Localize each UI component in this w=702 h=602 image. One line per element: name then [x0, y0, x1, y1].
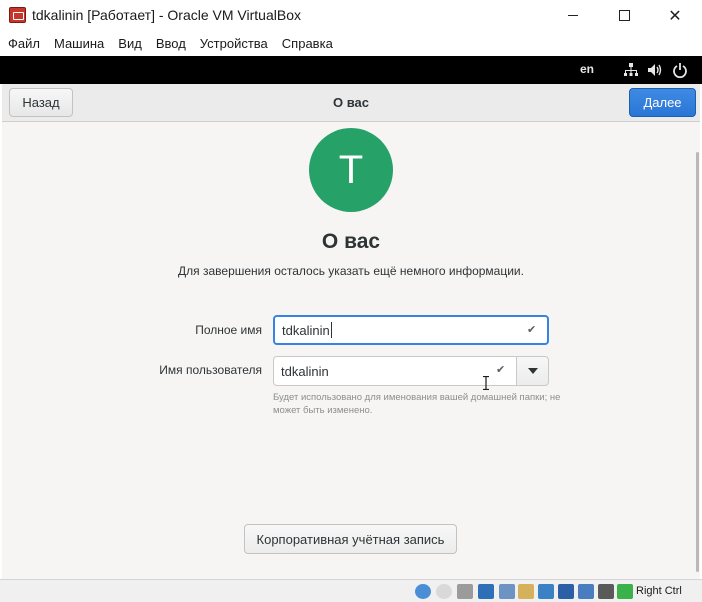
- menu-input[interactable]: Ввод: [156, 36, 186, 51]
- close-button[interactable]: ✕: [652, 0, 698, 31]
- menu-devices[interactable]: Устройства: [200, 36, 268, 51]
- username-dropdown-button[interactable]: [516, 356, 549, 386]
- minimize-button[interactable]: [550, 0, 596, 31]
- scrollbar[interactable]: [696, 152, 699, 572]
- statusbar: Right Ctrl: [0, 579, 702, 602]
- checkmark-icon: ✔: [496, 364, 506, 376]
- video-capture-icon[interactable]: [558, 584, 574, 599]
- menu-machine[interactable]: Машина: [54, 36, 104, 51]
- username-field[interactable]: tdkalinin ✔: [273, 356, 517, 386]
- usb-icon[interactable]: [499, 584, 515, 599]
- window-titlebar: tdkalinin [Работает] - Oracle VM Virtual…: [0, 0, 702, 31]
- keyboard-language-indicator[interactable]: en: [580, 62, 594, 76]
- maximize-button[interactable]: [601, 0, 647, 31]
- optical-drive-icon[interactable]: [436, 584, 452, 599]
- full-name-label: Полное имя: [195, 323, 262, 337]
- power-icon[interactable]: [672, 62, 688, 78]
- enterprise-login-button[interactable]: Корпоративная учётная запись: [244, 524, 457, 554]
- page-title: О вас: [321, 230, 381, 253]
- header-title: О вас: [332, 95, 369, 110]
- virtualization-icon[interactable]: [578, 584, 594, 599]
- network-icon[interactable]: [624, 63, 638, 77]
- guest-top-bar: en: [0, 56, 702, 84]
- network-adapter-icon[interactable]: [478, 584, 494, 599]
- display-icon[interactable]: [538, 584, 554, 599]
- menu-help[interactable]: Справка: [282, 36, 333, 51]
- full-name-value: tdkalinin: [282, 322, 330, 338]
- menubar: Файл Машина Вид Ввод Устройства Справка: [0, 31, 702, 56]
- page-subtitle: Для завершения осталось указать ещё немн…: [178, 264, 524, 278]
- window-title: tdkalinin [Работает] - Oracle VM Virtual…: [32, 7, 301, 23]
- full-name-field[interactable]: tdkalinin ✔: [273, 315, 549, 345]
- menu-file[interactable]: Файл: [8, 36, 40, 51]
- ibeam-cursor-icon: [483, 376, 489, 390]
- audio-icon[interactable]: [457, 584, 473, 599]
- keyboard-capture-icon[interactable]: [617, 584, 633, 599]
- username-hint: Будет использовано для именования вашей …: [273, 392, 561, 416]
- mouse-integration-icon[interactable]: [598, 584, 614, 599]
- text-cursor: [330, 322, 332, 338]
- setup-header-bar: Назад О вас Далее: [2, 84, 700, 122]
- virtualbox-app-icon: [9, 7, 26, 23]
- shared-folders-icon[interactable]: [518, 584, 534, 599]
- avatar[interactable]: T: [309, 128, 393, 212]
- username-value: tdkalinin: [281, 363, 329, 379]
- username-label: Имя пользователя: [159, 363, 262, 377]
- checkmark-icon: ✔: [527, 324, 537, 336]
- host-key-label: Right Ctrl: [636, 585, 682, 597]
- next-button[interactable]: Далее: [629, 88, 696, 117]
- volume-icon[interactable]: [647, 63, 663, 77]
- menu-view[interactable]: Вид: [118, 36, 142, 51]
- about-you-page: T О вас Для завершения осталось указать …: [2, 122, 700, 579]
- hard-disk-icon[interactable]: [415, 584, 431, 599]
